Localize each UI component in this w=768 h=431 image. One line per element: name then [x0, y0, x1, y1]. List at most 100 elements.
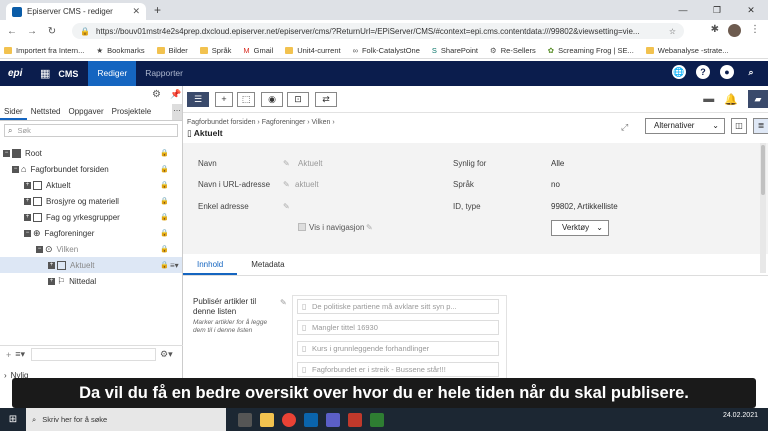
expand-icon[interactable]: + [48, 261, 55, 269]
add-content-button[interactable]: + [215, 91, 233, 107]
tree-node[interactable]: − ⌂ Fagforbundet forsiden 🔒 [0, 161, 182, 177]
pin-icon[interactable]: 📌 [170, 89, 181, 100]
bookmark-star-icon[interactable]: ☆ [669, 27, 676, 36]
bookmark-item[interactable]: Webanalyse -strate... [645, 46, 729, 55]
taskbar-search[interactable]: ⌕ Skriv her for å søke [26, 408, 226, 431]
collapse-icon[interactable]: − [36, 245, 43, 253]
pin-icon[interactable]: ⤢ [621, 122, 628, 133]
episerver-logo[interactable]: epi [8, 68, 36, 79]
app-grid-icon[interactable]: ▦ [40, 67, 50, 80]
forward-arrow-icon[interactable]: → [24, 26, 40, 37]
teams-icon[interactable] [326, 412, 340, 427]
reload-icon[interactable]: ↻ [44, 26, 60, 37]
extensions-icon[interactable]: ✱ [711, 24, 719, 37]
chrome-icon[interactable] [282, 412, 296, 427]
tab-oppgaver[interactable]: Oppgaver [64, 104, 107, 120]
list-item[interactable]: De politiske partiene må avklare sitt sy… [297, 299, 499, 314]
tab-prosjekter[interactable]: Prosjektele [108, 104, 156, 120]
back-arrow-icon[interactable]: ← [4, 26, 20, 37]
url-bar[interactable]: 🔒 https://bouv01mstr4e2s4prep.dxcloud.ep… [72, 23, 684, 39]
select-block-button[interactable]: ⬚ [237, 91, 255, 107]
bookmark-item[interactable]: Språk [199, 46, 231, 55]
more-tabs-button[interactable]: … [172, 104, 182, 120]
expand-icon[interactable]: + [48, 277, 55, 285]
toggle-tree-button[interactable]: ☰ [187, 91, 209, 107]
minimize-button[interactable]: — [666, 0, 700, 20]
pin-icon[interactable]: ✎ [366, 223, 373, 232]
search-input[interactable]: ⌕ Søk [4, 124, 178, 137]
tab-innhold[interactable]: Innhold [183, 254, 238, 275]
url-name-field[interactable]: aktuelt [295, 180, 319, 189]
user-icon[interactable]: ● [720, 65, 734, 79]
tree-node-root[interactable]: − Root 🔒 [0, 145, 182, 161]
comments-icon[interactable]: ▬ [703, 93, 714, 105]
preview-button[interactable]: ◉ [261, 91, 283, 107]
app-icon[interactable] [370, 412, 384, 427]
close-tab-icon[interactable]: ✕ [132, 6, 140, 17]
tab-nettsted[interactable]: Nettsted [27, 104, 65, 120]
list-item[interactable]: Mangler tittel 16930 [297, 320, 499, 335]
all-properties-button[interactable]: ≣ [753, 118, 768, 134]
outlook-icon[interactable] [304, 412, 318, 427]
bookmark-item[interactable]: M Gmail [243, 46, 273, 55]
show-in-nav-checkbox[interactable] [298, 223, 306, 231]
nav-tab-rediger[interactable]: Rediger [88, 61, 137, 86]
add-icon[interactable]: + [6, 350, 11, 360]
bookmark-item[interactable]: ∞ Folk-CatalystOne [353, 46, 420, 55]
browser-menu-icon[interactable]: ⋮ [750, 24, 760, 37]
maximize-button[interactable]: ❐ [700, 0, 734, 20]
windows-start-icon[interactable]: ⊞ [0, 414, 26, 425]
bookmark-item[interactable]: S SharePoint [432, 46, 478, 55]
new-tab-button[interactable]: + [154, 3, 161, 17]
pin-icon[interactable]: ✎ [283, 159, 290, 168]
browser-tab[interactable]: Episerver CMS - rediger ✕ [6, 3, 146, 20]
app-icon[interactable] [348, 412, 362, 427]
tab-sider[interactable]: Sider [0, 104, 27, 120]
pin-icon[interactable]: ✎ [283, 180, 290, 189]
gear-icon[interactable]: ⚙ [152, 89, 161, 100]
list-item[interactable]: Fagforbundet er i streik - Bussene står!… [297, 362, 499, 377]
system-clock[interactable]: 24.02.2021 [723, 411, 758, 420]
bookmark-item[interactable]: ✿ Screaming Frog | SE... [548, 46, 634, 55]
gear-icon[interactable]: ⚙▾ [160, 349, 173, 360]
bookmark-item[interactable]: ⚙ Re-Sellers [490, 46, 536, 55]
form-view-button[interactable]: ◫ [731, 118, 747, 134]
search-icon[interactable]: ⌕ [744, 65, 758, 79]
scrollbar-thumb[interactable] [761, 145, 765, 195]
tree-node-selected[interactable]: + Aktuelt 🔒 ≡▾ [0, 257, 182, 273]
folder-icon[interactable]: ▰ [748, 90, 768, 108]
view-settings-button[interactable]: ⊡ [287, 91, 309, 107]
scrollbar[interactable] [760, 143, 766, 273]
tools-dropdown[interactable]: Verktøy ⌄ [551, 220, 609, 236]
alternatives-button[interactable]: Alternativer ⌄ [645, 118, 725, 134]
help-icon[interactable]: ? [696, 65, 710, 79]
bookmark-item[interactable]: Importert fra Intern... [4, 46, 84, 55]
collapse-icon[interactable]: − [24, 229, 31, 237]
expand-icon[interactable]: + [24, 213, 31, 221]
tree-node[interactable]: + ⚐ Nittedal [0, 273, 182, 289]
tab-metadata[interactable]: Metadata [237, 254, 298, 275]
context-menu-icon[interactable]: ≡▾ [170, 261, 179, 270]
bookmark-item[interactable]: ★ Bookmarks [96, 46, 144, 55]
visible-for-value[interactable]: Alle [551, 159, 564, 168]
collapse-icon[interactable]: − [12, 165, 19, 173]
name-field[interactable]: Aktuelt [298, 159, 322, 168]
list-menu-icon[interactable]: ≡▾ [15, 349, 25, 360]
gadget-input[interactable] [31, 348, 157, 361]
collapse-icon[interactable]: − [3, 149, 10, 157]
bookmark-item[interactable]: Bilder [156, 46, 188, 55]
nav-tab-rapporter[interactable]: Rapporter [136, 61, 192, 86]
tree-node[interactable]: − ⊕ Fagforeninger 🔒 [0, 225, 182, 241]
tree-node[interactable]: + Fag og yrkesgrupper 🔒 [0, 209, 182, 225]
tree-node[interactable]: + Brosjyre og materiell 🔒 [0, 193, 182, 209]
expand-icon[interactable]: + [24, 197, 31, 205]
bookmark-item[interactable]: Unit4-current [285, 46, 341, 55]
tree-node[interactable]: − ⊙ Vilken 🔒 [0, 241, 182, 257]
close-window-button[interactable]: ✕ [734, 0, 768, 20]
tree-node[interactable]: + Aktuelt 🔒 [0, 177, 182, 193]
compare-button[interactable]: ⇄ [315, 91, 337, 107]
expand-icon[interactable]: + [24, 181, 31, 189]
profile-avatar[interactable] [728, 24, 741, 37]
pin-icon[interactable]: ✎ [280, 298, 287, 307]
list-item[interactable]: Kurs i grunnleggende forhandlinger [297, 341, 499, 356]
